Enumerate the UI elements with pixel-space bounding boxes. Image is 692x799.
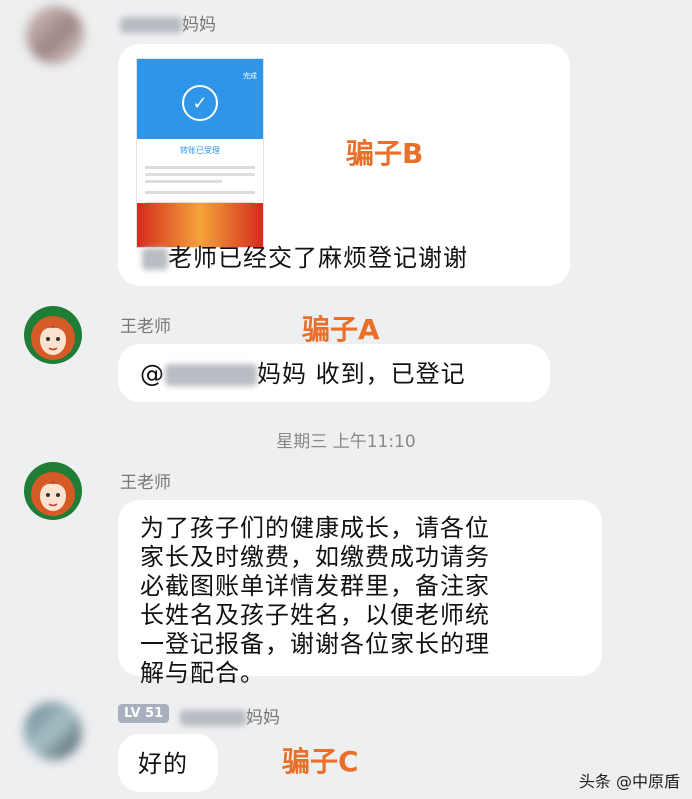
redacted-name <box>120 17 182 33</box>
annotation-scammer-b: 骗子B <box>346 137 424 170</box>
avatar-teacher[interactable] <box>24 306 82 364</box>
redacted-name <box>142 248 168 270</box>
sender-name-teacher-2: 王老师 <box>120 473 171 493</box>
avatar-parent-1[interactable] <box>26 6 84 64</box>
sender-name-parent-2: 妈妈 <box>180 703 280 728</box>
check-icon: ✓ <box>182 85 218 121</box>
screenshot-title: 转账已受理 <box>180 146 220 155</box>
screenshot-banner-image <box>137 203 263 247</box>
message-text-ok: 好的 <box>138 750 188 778</box>
text-line: 必截图账单详情发群里，备注家 <box>140 572 490 600</box>
text-line: 一登记报备，谢谢各位家长的理 <box>140 630 490 658</box>
avatar-parent-2[interactable] <box>24 702 82 760</box>
text-line: 家长及时缴费，如缴费成功请务 <box>140 543 490 571</box>
redacted-name <box>180 710 246 726</box>
sender-name-parent-1: 妈妈 <box>120 10 216 35</box>
message-text-payment-notice: 为了孩子们的健康成长，请各位 家长及时缴费，如缴费成功请务 必截图账单详情发群里… <box>140 514 490 688</box>
watermark: 头条 @中原盾 <box>578 772 680 791</box>
transfer-screenshot-image[interactable]: 完成 ✓ 转账已受理 <box>136 58 264 248</box>
level-badge: LV 51 <box>118 704 170 723</box>
screenshot-header: 完成 ✓ <box>137 59 263 139</box>
cartoon-girl-icon <box>31 316 75 360</box>
text-line: 解与配合。 <box>140 659 265 687</box>
screenshot-done-label: 完成 <box>243 72 257 80</box>
text-line: 长姓名及孩子姓名，以便老师统 <box>140 601 490 629</box>
annotation-scammer-c: 骗子C <box>282 745 359 778</box>
message-text-received: @ 妈妈 收到，已登记 <box>140 360 466 388</box>
annotation-scammer-a: 骗子A <box>302 313 380 346</box>
text-line: 为了孩子们的健康成长，请各位 <box>140 514 490 542</box>
message-text-transfer: 老师已经交了麻烦登记谢谢 <box>142 244 468 273</box>
redacted-name <box>165 364 257 386</box>
sender-name-teacher-1: 王老师 <box>120 317 171 337</box>
cartoon-girl-icon <box>31 472 75 516</box>
avatar-teacher[interactable] <box>24 462 82 520</box>
timestamp: 星期三 上午11:10 <box>276 432 416 452</box>
